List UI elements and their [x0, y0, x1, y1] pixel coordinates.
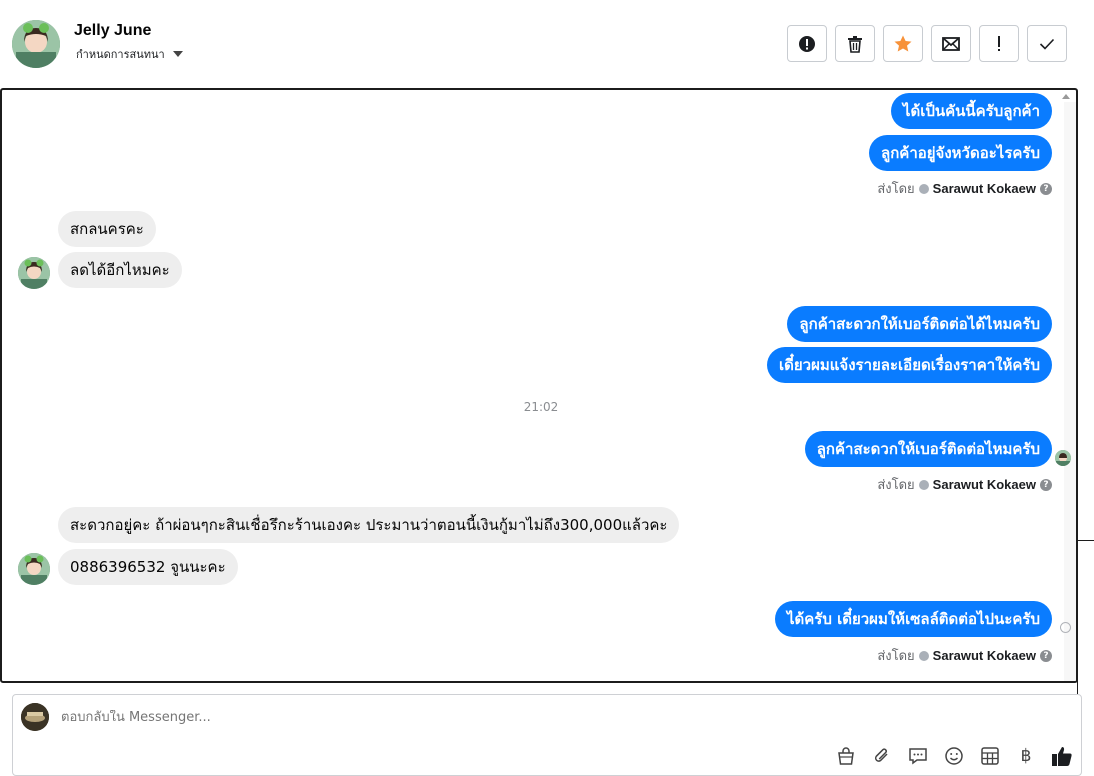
scroll-up-icon[interactable]	[1062, 94, 1070, 99]
star-icon	[894, 35, 912, 51]
mark-spam-button[interactable]	[787, 25, 827, 62]
conversation-schedule-dropdown[interactable]: กำหนดการสนทนา	[76, 45, 183, 63]
sent-by-label: ส่งโดย	[877, 182, 915, 197]
chat-bubbles-icon	[909, 748, 927, 765]
contact-avatar-small	[18, 553, 50, 585]
smiley-icon	[945, 747, 963, 765]
like-button[interactable]	[1051, 745, 1073, 767]
schedule-label: กำหนดการสนทนา	[76, 48, 165, 61]
bag-icon	[838, 747, 854, 765]
outgoing-message[interactable]: เดี๋ยวผมแจ้งรายละเอียดเรื่องราคาให้ครับ	[767, 347, 1052, 383]
envelope-icon	[942, 36, 960, 51]
outgoing-message[interactable]: ได้ครับ เดี๋ยวผมให้เซลล์ติดต่อไปนะครับ	[774, 601, 1052, 637]
trash-icon	[848, 35, 862, 53]
outgoing-message[interactable]: ลูกค้าสะดวกให้เบอร์ติดต่อไหมครับ	[804, 431, 1052, 467]
seen-avatar	[1055, 450, 1071, 466]
verified-icon	[918, 650, 929, 661]
outgoing-message[interactable]: ลูกค้าสะดวกให้เบอร์ติดต่อได้ไหมครับ	[787, 306, 1052, 342]
attach-button[interactable]	[871, 745, 893, 767]
exclamation-icon	[998, 35, 1000, 51]
incoming-message[interactable]: ลดได้อีกไหมคะ	[58, 252, 182, 288]
verified-icon	[918, 479, 929, 490]
mark-unread-button[interactable]	[931, 25, 971, 62]
sender-name: Sarawut Kokaew	[932, 181, 1036, 196]
shop-button[interactable]	[835, 745, 857, 767]
sent-by-line: ส่งโดย Sarawut Kokaew ?	[877, 645, 1052, 666]
check-icon	[1039, 38, 1055, 50]
message-row: ลูกค้าสะดวกให้เบอร์ติดต่อไหมครับ	[804, 431, 1052, 467]
thumbs-up-icon	[1052, 747, 1072, 766]
message-row: ได้ครับ เดี๋ยวผมให้เซลล์ติดต่อไปนะครับ	[774, 601, 1052, 637]
alert-circle-icon	[799, 35, 815, 52]
sent-by-label: ส่งโดย	[877, 649, 915, 664]
paperclip-icon	[874, 748, 888, 762]
contact-name: Jelly June	[74, 22, 152, 39]
incoming-message[interactable]: สกลนครคะ	[58, 211, 156, 247]
reply-input[interactable]	[61, 710, 761, 725]
message-row: ได้เป็นคันนี้ครับลูกค้า	[890, 93, 1052, 129]
calculator-icon	[981, 747, 999, 765]
incoming-message[interactable]: สะดวกอยู่คะ ถ้าผ่อนๆกะสินเชื่อรึกะร้านเอ…	[58, 507, 680, 543]
message-row: ลูกค้าอยู่จังหวัดอะไรครับ	[869, 135, 1052, 171]
page-avatar	[21, 703, 49, 731]
incoming-message[interactable]: 0886396532 จูนนะคะ	[58, 549, 238, 585]
reply-composer: ฿	[12, 694, 1082, 776]
sent-status-icon	[1060, 622, 1071, 633]
message-row: สะดวกอยู่คะ ถ้าผ่อนๆกะสินเชื่อรึกะร้านเอ…	[58, 507, 680, 543]
message-row: เดี๋ยวผมแจ้งรายละเอียดเรื่องราคาให้ครับ	[767, 347, 1052, 383]
outgoing-message[interactable]: ลูกค้าอยู่จังหวัดอะไรครับ	[869, 135, 1052, 171]
delete-button[interactable]	[835, 25, 875, 62]
message-row: 0886396532 จูนนะคะ	[58, 549, 238, 585]
sent-by-line: ส่งโดย Sarawut Kokaew ?	[877, 178, 1052, 199]
composer-toolbar: ฿	[835, 745, 1073, 767]
payment-button[interactable]: ฿	[1015, 745, 1037, 767]
sender-name: Sarawut Kokaew	[932, 648, 1036, 663]
sent-by-line: ส่งโดย Sarawut Kokaew ?	[877, 474, 1052, 495]
chevron-down-icon	[172, 51, 183, 57]
calculator-button[interactable]	[979, 745, 1001, 767]
message-row: สกลนครคะ	[58, 211, 156, 247]
emoji-button[interactable]	[943, 745, 965, 767]
help-icon[interactable]: ?	[1040, 182, 1052, 195]
contact-avatar-small	[18, 257, 50, 289]
scrollbar[interactable]	[1064, 102, 1076, 681]
mark-done-button[interactable]	[1027, 25, 1067, 62]
baht-icon: ฿	[1020, 746, 1032, 766]
saved-replies-button[interactable]	[907, 745, 929, 767]
message-thread[interactable]: ได้เป็นคันนี้ครับลูกค้า ลูกค้าอยู่จังหวั…	[0, 88, 1078, 683]
contact-avatar[interactable]	[12, 20, 60, 68]
verified-icon	[918, 183, 929, 194]
follow-up-button[interactable]	[979, 25, 1019, 62]
help-icon[interactable]: ?	[1040, 478, 1052, 491]
sender-name: Sarawut Kokaew	[932, 477, 1036, 492]
message-row: ลดได้อีกไหมคะ	[58, 252, 182, 288]
header-actions	[787, 25, 1067, 62]
help-icon[interactable]: ?	[1040, 649, 1052, 662]
outgoing-message[interactable]: ได้เป็นคันนี้ครับลูกค้า	[890, 93, 1052, 129]
message-timestamp: 21:02	[523, 400, 559, 414]
star-button[interactable]	[883, 25, 923, 62]
sent-by-label: ส่งโดย	[877, 478, 915, 493]
conversation-header: Jelly June กำหนดการสนทนา	[0, 0, 1094, 88]
message-row: ลูกค้าสะดวกให้เบอร์ติดต่อได้ไหมครับ	[787, 306, 1052, 342]
